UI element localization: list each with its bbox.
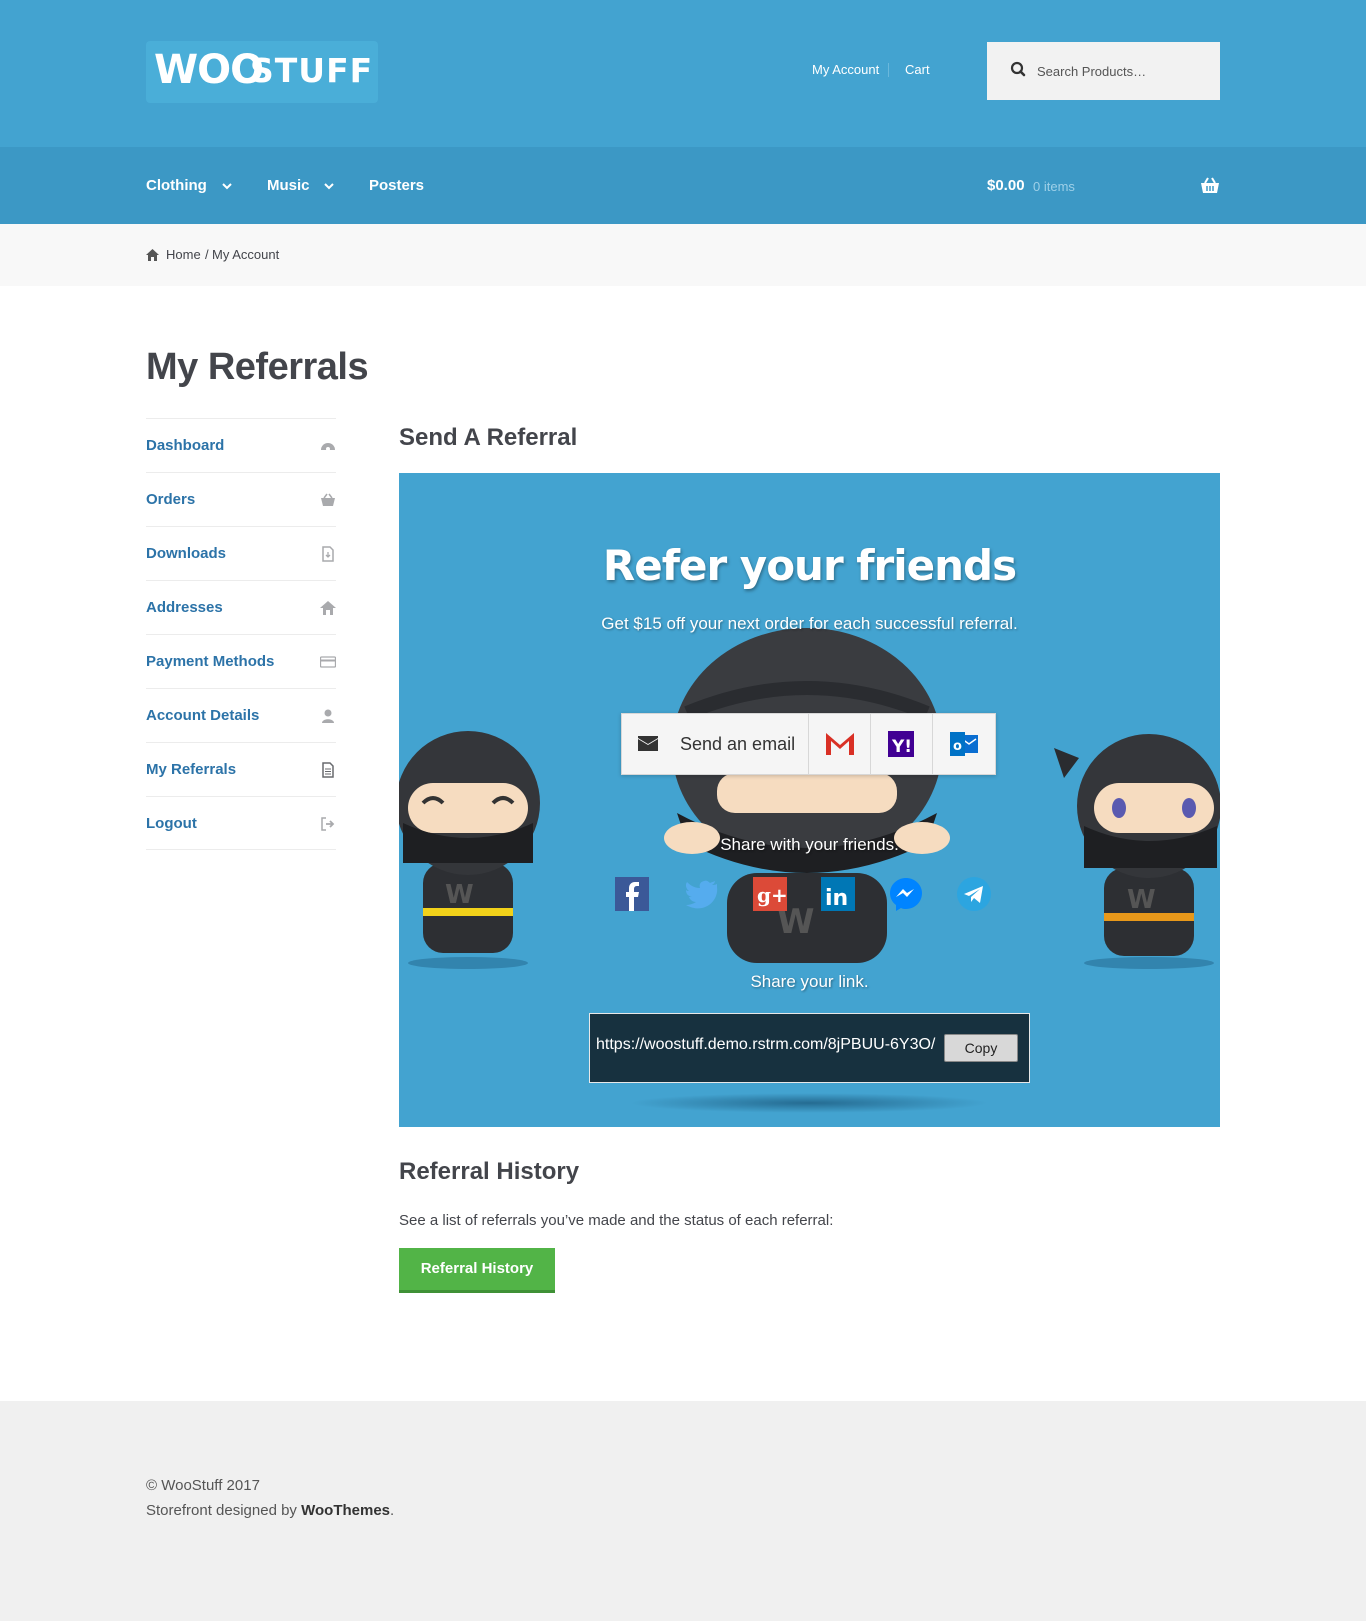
referral-history-description: See a list of referrals you’ve made and … [399, 1212, 834, 1229]
basket-icon [321, 493, 335, 506]
dashboard-icon [321, 443, 335, 451]
yahoo-mail-button[interactable]: Y! [870, 714, 932, 774]
account-nav-item-orders[interactable]: Orders [146, 472, 336, 526]
cart-item-count[interactable]: 0 items [1033, 179, 1075, 194]
breadcrumb-current: My Account [212, 247, 280, 262]
widget-title: Refer your friends [602, 541, 1017, 590]
logo-speech-tail [202, 93, 218, 103]
envelope-icon [638, 736, 658, 751]
account-nav-label[interactable]: Payment Methods [146, 653, 274, 670]
basket-icon[interactable] [1199, 176, 1221, 196]
account-nav-label[interactable]: My Referrals [146, 761, 236, 778]
home-icon [320, 601, 336, 615]
document-icon [322, 762, 334, 778]
secondary-nav-divider [888, 63, 889, 77]
breadcrumb-home-link[interactable]: Home [166, 247, 201, 262]
referral-widget: W W W Refer your friends Get $15 off you… [399, 473, 1220, 1127]
account-nav-item-logout[interactable]: Logout [146, 796, 336, 850]
widget-subtitle: Get $15 off your next order for each suc… [601, 614, 1018, 633]
svg-text:Y!: Y! [891, 737, 912, 757]
outlook-button[interactable]: o [932, 714, 994, 774]
chevron-down-icon[interactable] [322, 179, 336, 193]
email-share-bar: Send an email Y! o [621, 713, 996, 775]
copy-link-button[interactable]: Copy [944, 1034, 1018, 1062]
search-icon[interactable] [1009, 60, 1029, 80]
nav-posters[interactable]: Posters [369, 177, 424, 194]
svg-text:o: o [953, 739, 962, 754]
file-download-icon [322, 546, 334, 562]
account-nav-item-account-details[interactable]: Account Details [146, 688, 336, 742]
referral-link-field[interactable]: https://woostuff.demo.rstrm.com/8jPBUU-6… [596, 1036, 936, 1054]
footer-credit-prefix: Storefront designed by [146, 1502, 302, 1519]
logo-word-woo: WOO [154, 47, 264, 93]
nav-clothing[interactable]: Clothing [146, 177, 207, 194]
cart-link[interactable]: Cart [905, 62, 930, 77]
referral-history-heading: Referral History [399, 1158, 580, 1185]
account-nav-label[interactable]: Account Details [146, 707, 259, 724]
svg-text:W: W [445, 880, 474, 910]
user-icon [322, 709, 334, 723]
account-nav-item-dashboard[interactable]: Dashboard [146, 418, 336, 472]
account-nav-label[interactable]: Downloads [146, 545, 226, 562]
site-logo[interactable]: WOO STUFF [146, 41, 378, 103]
account-nav-item-downloads[interactable]: Downloads [146, 526, 336, 580]
telegram-icon[interactable] [955, 875, 993, 913]
gmail-button[interactable] [808, 714, 870, 774]
page-title: My Referrals [146, 346, 369, 388]
yahoo-icon: Y! [888, 731, 914, 757]
twitter-icon[interactable] [683, 875, 721, 913]
account-nav-item-addresses[interactable]: Addresses [146, 580, 336, 634]
account-nav-label[interactable]: Dashboard [146, 437, 224, 454]
share-your-link-text: Share your link. [750, 972, 869, 991]
linkedin-icon[interactable]: in [819, 875, 857, 913]
account-nav-label[interactable]: Orders [146, 491, 195, 508]
referral-history-button[interactable]: Referral History [399, 1248, 555, 1293]
facebook-icon[interactable] [613, 875, 651, 913]
share-with-friends-text: Share with your friends. [720, 835, 899, 854]
account-nav-item-payment-methods[interactable]: Payment Methods [146, 634, 336, 688]
send-email-button[interactable]: Send an email [622, 714, 808, 774]
my-account-link[interactable]: My Account [812, 62, 879, 77]
send-email-label: Send an email [680, 734, 796, 754]
footer-credit: Storefront designed by WooThemes. [146, 1502, 394, 1519]
search-input[interactable] [1037, 42, 1207, 100]
gmail-icon [826, 733, 854, 755]
link-box-shadow [629, 1093, 989, 1113]
footer-credit-suffix: . [390, 1502, 395, 1519]
ninja-mascot-center: W [664, 628, 950, 963]
logo-word-stuff: STUFF [250, 51, 374, 90]
credit-card-icon [320, 656, 336, 668]
chevron-down-icon[interactable] [220, 179, 234, 193]
breadcrumb-separator: / [205, 247, 209, 262]
outlook-icon: o [950, 732, 978, 756]
account-navigation: Dashboard Orders Downloads Addresses Pay… [146, 418, 336, 850]
cart-total[interactable]: $0.00 [987, 177, 1025, 194]
google-plus-icon[interactable]: g+ [751, 875, 789, 913]
woothemes-link[interactable]: WooThemes [301, 1502, 390, 1519]
messenger-icon[interactable] [887, 875, 925, 913]
share-link-box: https://woostuff.demo.rstrm.com/8jPBUU-6… [589, 1013, 1030, 1083]
nav-music[interactable]: Music [267, 177, 310, 194]
account-nav-label[interactable]: Logout [146, 815, 197, 832]
sign-out-icon [321, 817, 335, 831]
account-nav-label[interactable]: Addresses [146, 599, 223, 616]
svg-text:in: in [825, 886, 848, 911]
send-referral-heading: Send A Referral [399, 424, 578, 451]
account-nav-item-my-referrals[interactable]: My Referrals [146, 742, 336, 796]
site-footer: © WooStuff 2017 Storefront designed by W… [0, 1401, 1366, 1621]
footer-copyright: © WooStuff 2017 [146, 1477, 260, 1494]
site-header: WOO STUFF My Account Cart [0, 0, 1366, 147]
home-icon [146, 249, 159, 261]
product-search [987, 42, 1220, 100]
svg-text:W: W [1127, 885, 1156, 915]
svg-text:g+: g+ [757, 883, 788, 907]
